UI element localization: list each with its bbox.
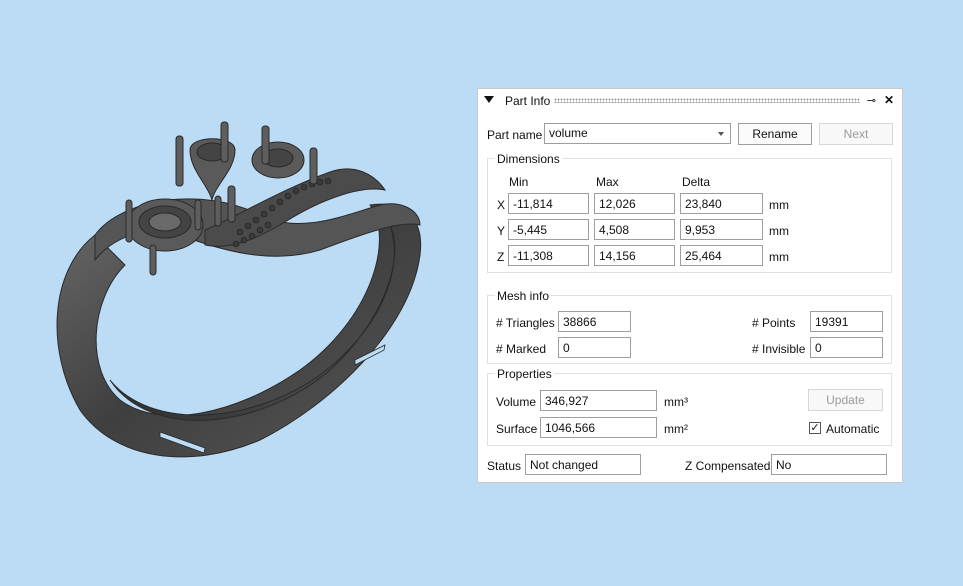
drag-grip[interactable]: [554, 98, 860, 103]
z-unit: mm: [769, 250, 789, 264]
z-min-field[interactable]: [508, 245, 589, 266]
mesh-info-title: Mesh info: [495, 289, 552, 303]
axis-x-label: X: [497, 198, 506, 212]
y-min-field[interactable]: [508, 219, 589, 240]
update-button[interactable]: Update: [808, 389, 883, 411]
z-max-field[interactable]: [594, 245, 675, 266]
triangles-field[interactable]: [558, 311, 631, 332]
3d-viewport[interactable]: [0, 0, 470, 583]
x-delta-field[interactable]: [680, 193, 763, 214]
x-unit: mm: [769, 198, 789, 212]
part-name-combo[interactable]: volume: [544, 123, 731, 144]
panel-title: Part Info: [505, 94, 551, 108]
volume-field[interactable]: [540, 390, 657, 411]
invisible-field[interactable]: [810, 337, 883, 358]
z-delta-field[interactable]: [680, 245, 763, 266]
pin-icon[interactable]: ⊸: [867, 94, 876, 107]
axis-y-label: Y: [497, 224, 506, 238]
points-field[interactable]: [810, 311, 883, 332]
surface-label: Surface: [496, 422, 538, 436]
z-compensated-field[interactable]: [771, 454, 887, 475]
dimensions-title: Dimensions: [495, 152, 562, 166]
y-delta-field[interactable]: [680, 219, 763, 240]
z-compensated-label: Z Compensated: [685, 459, 771, 473]
automatic-checkbox[interactable]: ✓: [809, 422, 821, 434]
properties-title: Properties: [495, 367, 554, 381]
volume-label: Volume: [496, 395, 537, 409]
status-field[interactable]: [525, 454, 641, 475]
points-label: # Points: [752, 316, 796, 330]
panel-titlebar[interactable]: Part Info ⊸ ✕: [478, 89, 902, 113]
marked-label: # Marked: [496, 342, 547, 356]
rename-button[interactable]: Rename: [738, 123, 812, 145]
volume-unit: mm³: [664, 395, 688, 409]
part-name-label: Part name: [487, 128, 543, 142]
marked-field[interactable]: [558, 337, 631, 358]
surface-unit: mm²: [664, 422, 688, 436]
automatic-label: Automatic: [826, 422, 880, 436]
invisible-label: # Invisible: [752, 342, 806, 356]
y-max-field[interactable]: [594, 219, 675, 240]
triangles-label: # Triangles: [496, 316, 555, 330]
close-icon[interactable]: ✕: [884, 93, 894, 107]
dim-header-min: Min: [509, 175, 529, 189]
axis-z-label: Z: [497, 250, 505, 264]
next-button[interactable]: Next: [819, 123, 893, 145]
y-unit: mm: [769, 224, 789, 238]
x-min-field[interactable]: [508, 193, 589, 214]
part-info-panel: Part Info ⊸ ✕ Part name volume Rename Ne…: [477, 88, 903, 483]
chevron-down-icon: [718, 132, 724, 136]
status-label: Status: [487, 459, 522, 473]
part-name-value: volume: [549, 126, 588, 140]
collapse-arrow-icon[interactable]: [484, 96, 494, 103]
x-max-field[interactable]: [594, 193, 675, 214]
dim-header-max: Max: [596, 175, 619, 189]
ring-model[interactable]: [0, 0, 470, 583]
surface-field[interactable]: [540, 417, 657, 438]
dim-header-delta: Delta: [682, 175, 711, 189]
